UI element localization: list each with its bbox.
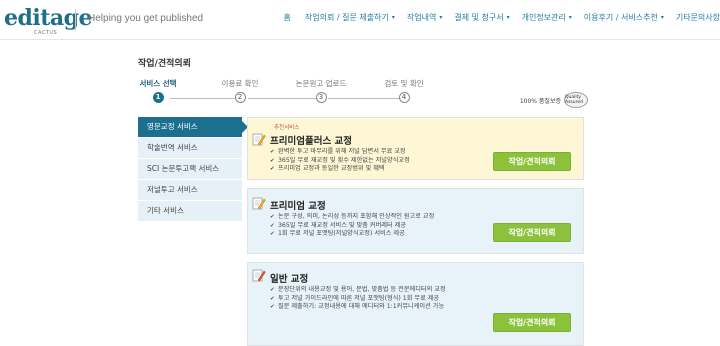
progress-steps: 서비스 선택 1 이용료 확인 2 논문원고 업로드 3 검토 및 확인 4 1… [138, 78, 588, 110]
request-quote-button[interactable]: 작업/견적의뢰 [493, 223, 571, 242]
chevron-down-icon: ▾ [660, 14, 664, 21]
nav-label: 결제 및 청구서 [454, 13, 504, 22]
nav-label: 기타문의사항 [675, 13, 720, 22]
chevron-down-icon: ▾ [568, 14, 572, 21]
chevron-down-icon: ▾ [391, 14, 395, 21]
feature-list: 완벽한 투고 마무리를 위해 저널 답변서 무료 교정 365일 무료 재교정 … [270, 148, 470, 174]
nav-label: 작업의뢰 / 질문 제출하기 [304, 13, 389, 22]
step-label: 이용료 확인 [221, 79, 259, 88]
card-title: 프리미엄 교정 [270, 201, 326, 212]
nav-label: 홈 [283, 13, 291, 22]
nav-home[interactable]: 홈 [284, 12, 291, 23]
logo-divider [75, 9, 76, 31]
request-quote-button[interactable]: 작업/견적의뢰 [493, 152, 571, 171]
editage-logo[interactable]: editage CACTUS [4, 5, 93, 36]
nav-history[interactable]: 작업내역 ▾ [407, 12, 442, 23]
feature-item: 질문 제출하기: 교정내용에 대해 에디터와 1:1커뮤니케이션 가능 [270, 303, 470, 312]
page-title: 작업/견적의뢰 [138, 59, 191, 69]
pencil-paper-icon [252, 269, 266, 282]
feature-item: 문장단위의 내용교정 및 용어, 문법, 맞춤법 등 전문에디터의 교정 [270, 286, 470, 295]
sidebar-item-english-editing[interactable]: 영문교정 서비스 [138, 117, 248, 137]
nav-profile[interactable]: 개인정보관리 ▾ [522, 12, 572, 23]
sidebar-item-other[interactable]: 기타 서비스 [138, 201, 242, 221]
feature-item: 투고 저널 가이드라인에 따른 저널 포맷팅(형식) 1회 무료 제공 [270, 295, 470, 304]
chevron-down-icon: ▾ [439, 14, 443, 21]
step-review: 검토 및 확인 4 [381, 78, 427, 103]
nav-reviews[interactable]: 이용후기 / 서비스추천 ▾ [584, 12, 664, 23]
step-label: 검토 및 확인 [384, 79, 424, 88]
sidebar-item-sci-pack[interactable]: SCI 논문투고팩 서비스 [138, 159, 242, 179]
feature-list: 논문 구성, 의미, 논리성 등까지 포함해 인상적인 원고로 교정 365일 … [270, 213, 470, 239]
nav-request[interactable]: 작업의뢰 / 질문 제출하기 ▾ [305, 12, 395, 23]
step-label: 논문원고 업로드 [295, 79, 347, 88]
service-card-standard: 일반 교정 문장단위의 내용교정 및 용어, 문법, 맞춤법 등 전문에디터의 … [247, 262, 584, 346]
step-number: 3 [315, 92, 327, 103]
logo-subtext: CACTUS [34, 30, 58, 36]
service-card-premium-plus: 추천서비스 프리미엄플러스 교정 완벽한 투고 마무리를 위해 저널 답변서 무… [247, 117, 584, 180]
nav-billing[interactable]: 결제 및 청구서 ▾ [454, 12, 509, 23]
tagline: Helping you get published [88, 13, 204, 24]
card-title: 프리미엄플러스 교정 [270, 136, 352, 147]
service-sidebar: 영문교정 서비스 학술번역 서비스 SCI 논문투고팩 서비스 저널투고 서비스… [138, 117, 248, 222]
nav-label: 개인정보관리 [521, 13, 566, 22]
feature-item: 완벽한 투고 마무리를 위해 저널 답변서 무료 교정 [270, 148, 470, 157]
feature-item: 프리미엄 교정과 동일한 교정범위 및 혜택 [270, 165, 470, 174]
chevron-down-icon: ▾ [506, 14, 510, 21]
recommended-label: 추천서비스 [274, 125, 300, 131]
feature-item: 365일 무료 재교정 서비스 및 맞춤 커버레터 제공 [270, 222, 470, 231]
service-card-premium: 프리미엄 교정 논문 구성, 의미, 논리성 등까지 포함해 인상적인 원고로 … [247, 188, 584, 254]
nav-inquiries[interactable]: 기타문의사항 [676, 12, 720, 23]
step-upload: 논문원고 업로드 3 [293, 78, 349, 103]
feature-item: 1회 무료 저널 포맷팅(저널양식교정) 서비스 제공 [270, 230, 470, 239]
step-label: 서비스 선택 [139, 79, 177, 88]
nav-label: 이용후기 / 서비스추천 [583, 13, 658, 22]
card-title: 일반 교정 [270, 274, 309, 285]
top-header: editage CACTUS Helping you get published… [0, 0, 720, 40]
step-number: 4 [398, 92, 410, 103]
nav-label: 작업내역 [406, 13, 437, 22]
quality-guarantee: 100% 품질보증 Quality Assured [520, 92, 588, 108]
feature-list: 문장단위의 내용교정 및 용어, 문법, 맞춤법 등 전문에디터의 교정 투고 … [270, 286, 470, 312]
step-check-fee: 이용료 확인 2 [218, 78, 262, 103]
step-select-service: 서비스 선택 1 [138, 78, 178, 103]
logo-text: editage [4, 5, 93, 31]
pencil-paper-icon [252, 133, 266, 146]
request-quote-button[interactable]: 작업/견적의뢰 [493, 313, 571, 332]
quality-label: 100% 품질보증 [519, 97, 561, 105]
sidebar-item-translation[interactable]: 학술번역 서비스 [138, 138, 242, 158]
step-number: 1 [152, 92, 164, 103]
sidebar-item-journal-submission[interactable]: 저널투고 서비스 [138, 180, 242, 200]
step-number: 2 [234, 92, 246, 103]
feature-item: 365일 무료 재교정 및 횟수 제한없는 저널양식교정 [270, 157, 470, 166]
pencil-paper-icon [252, 197, 266, 210]
feature-item: 논문 구성, 의미, 논리성 등까지 포함해 인상적인 원고로 교정 [270, 213, 470, 222]
main-nav: 홈 작업의뢰 / 질문 제출하기 ▾ 작업내역 ▾ 결제 및 청구서 ▾ 개인정… [284, 12, 720, 23]
quality-assured-badge: Quality Assured [564, 92, 588, 108]
